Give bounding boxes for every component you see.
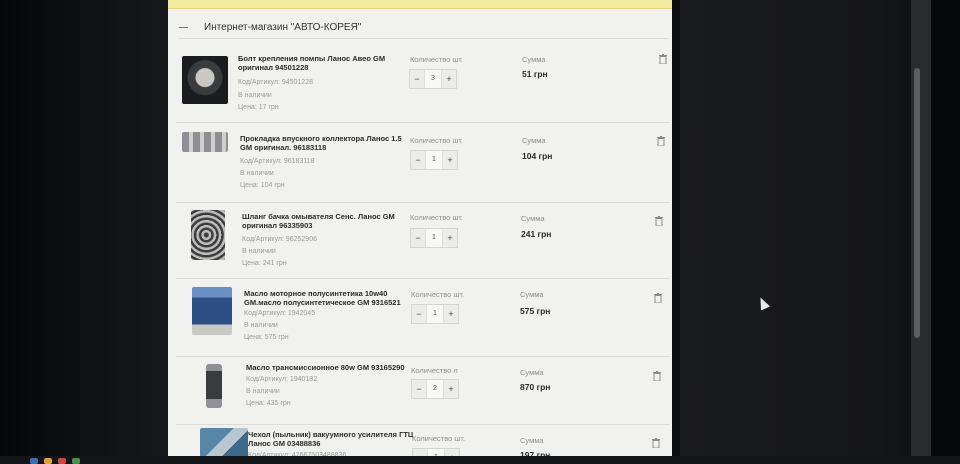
trash-icon[interactable]	[654, 293, 662, 303]
decrement-button[interactable]: −	[411, 229, 425, 247]
decrement-button[interactable]: −	[412, 380, 426, 398]
item-code: Код/Артикул: 96252906	[242, 236, 317, 243]
quantity-value[interactable]: 1	[426, 305, 444, 323]
quantity-stepper[interactable]: − 1 +	[411, 304, 459, 324]
quantity-value[interactable]: 3	[424, 70, 442, 88]
item-price: Цена: 17 грн	[238, 104, 279, 111]
item-price: Цена: 241 грн	[242, 260, 287, 267]
taskbar-app-icon[interactable]	[72, 458, 80, 464]
item-price: Цена: 104 грн	[240, 182, 285, 189]
item-stock: В наличии	[242, 248, 276, 255]
trash-icon[interactable]	[652, 438, 660, 448]
trash-icon[interactable]	[659, 54, 667, 64]
scrollbar-thumb[interactable]	[914, 68, 920, 338]
oil-bottle-photo-icon[interactable]	[206, 364, 222, 408]
item-name[interactable]: Болт крепления помпы Ланос Авео GM ориги…	[238, 54, 400, 72]
qty-label: Количество шт.	[412, 434, 466, 443]
increment-button[interactable]: +	[443, 229, 457, 247]
sum-value: 104 грн	[522, 151, 553, 161]
sum-value: 241 грн	[521, 229, 552, 239]
item-code: Код/Артикул: 94501228	[238, 79, 313, 86]
pump-bolt-photo-icon[interactable]	[182, 56, 228, 104]
notice-banner	[168, 0, 672, 9]
quantity-value[interactable]: 1	[425, 151, 443, 169]
sum-label: Сумма	[521, 214, 545, 223]
increment-button[interactable]: +	[444, 305, 458, 323]
increment-button[interactable]: +	[442, 70, 456, 88]
browser-scrollbar[interactable]	[911, 0, 931, 464]
sum-label: Сумма	[522, 136, 546, 145]
sum-value: 870 грн	[520, 382, 551, 392]
qty-label: Количество шт.	[411, 290, 465, 299]
collapse-icon[interactable]	[179, 27, 188, 28]
sum-label: Сумма	[520, 436, 544, 445]
item-stock: В наличии	[244, 322, 278, 329]
cart-item: Масло трансмиссионное 80w GM 93165290 Ко…	[176, 358, 670, 425]
cart-item: Прокладка впускного коллектора Ланос 1.5…	[176, 124, 670, 203]
decrement-button[interactable]: −	[411, 151, 425, 169]
shop-title: Интернет-магазин "АВТО-КОРЕЯ"	[204, 22, 362, 33]
shop-header[interactable]: Интернет-магазин "АВТО-КОРЕЯ"	[178, 20, 668, 39]
cart-item: Шланг бачка омывателя Сенс. Ланос GM ори…	[176, 204, 670, 279]
qty-label: Количество шт.	[410, 136, 464, 145]
cart-item: Масло моторное полусинтетика 10w40 GM.ма…	[176, 280, 670, 357]
qty-label: Количество л	[411, 366, 458, 375]
sum-value: 575 грн	[520, 306, 551, 316]
decrement-button[interactable]: −	[412, 305, 426, 323]
decrement-button[interactable]: −	[410, 70, 424, 88]
gasket-photo-icon[interactable]	[182, 132, 228, 152]
item-code: Код/Артикул: 1940182	[246, 376, 318, 383]
sum-label: Сумма	[522, 55, 546, 64]
qty-label: Количество шт.	[410, 55, 464, 64]
quantity-stepper[interactable]: − 1 +	[410, 228, 458, 248]
quantity-stepper[interactable]: − 2 +	[411, 379, 459, 399]
os-taskbar	[0, 456, 960, 464]
item-code: Код/Артикул: 1942045	[244, 310, 316, 317]
qty-label: Количество шт.	[410, 213, 464, 222]
monitor-bezel	[931, 0, 960, 464]
sum-value: 51 грн	[522, 69, 548, 79]
item-name[interactable]: Масло трансмиссионное 80w GM 93165290	[246, 363, 416, 372]
screen-dark-left	[0, 0, 168, 464]
quantity-stepper[interactable]: − 3 +	[409, 69, 457, 89]
item-price: Цена: 435 грн	[246, 400, 291, 407]
taskbar-app-icon[interactable]	[58, 458, 66, 464]
increment-button[interactable]: +	[443, 151, 457, 169]
quantity-value[interactable]: 2	[426, 380, 444, 398]
item-stock: В наличии	[238, 92, 272, 99]
item-name[interactable]: Масло моторное полусинтетика 10w40 GM.ма…	[244, 289, 406, 307]
item-name[interactable]: Чехол (пыльник) вакуумного усилителя ГТЦ…	[248, 430, 416, 448]
trash-icon[interactable]	[653, 371, 661, 381]
oil-can-photo-icon[interactable]	[192, 287, 232, 335]
item-code: Код/Артикул: 96183118	[240, 158, 315, 165]
hose-photo-icon[interactable]	[191, 210, 225, 260]
item-price: Цена: 575 грн	[244, 334, 289, 341]
item-stock: В наличии	[240, 170, 274, 177]
quantity-value[interactable]: 1	[425, 229, 443, 247]
item-stock: В наличии	[246, 388, 280, 395]
taskbar-app-icon[interactable]	[30, 458, 38, 464]
item-name[interactable]: Прокладка впускного коллектора Ланос 1.5…	[240, 134, 402, 152]
cart-item: Болт крепления помпы Ланос Авео GM ориги…	[176, 44, 670, 123]
sum-label: Сумма	[520, 368, 544, 377]
taskbar-app-icon[interactable]	[44, 458, 52, 464]
cart-page: Интернет-магазин "АВТО-КОРЕЯ" Болт крепл…	[168, 0, 672, 464]
quantity-stepper[interactable]: − 1 +	[410, 150, 458, 170]
item-name[interactable]: Шланг бачка омывателя Сенс. Ланос GM ори…	[242, 212, 404, 230]
trash-icon[interactable]	[655, 216, 663, 226]
trash-icon[interactable]	[657, 136, 665, 146]
increment-button[interactable]: +	[444, 380, 458, 398]
sum-label: Сумма	[520, 290, 544, 299]
